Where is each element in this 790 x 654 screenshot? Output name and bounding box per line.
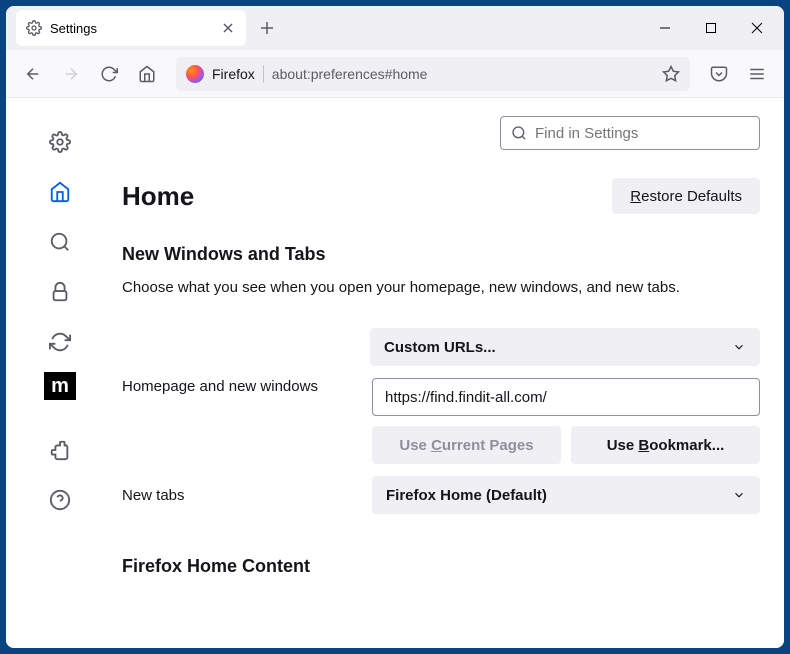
sidebar-extensions-icon[interactable]: [40, 430, 80, 470]
tab-label: Settings: [50, 21, 212, 36]
homepage-mode-select[interactable]: Custom URLs...: [370, 328, 760, 366]
window-controls: [642, 6, 780, 50]
close-tab-icon[interactable]: [220, 20, 236, 36]
back-button[interactable]: [16, 57, 50, 91]
new-tab-button[interactable]: [252, 13, 282, 43]
search-icon: [511, 125, 527, 141]
forward-button: [54, 57, 88, 91]
use-bookmark-button[interactable]: Use Bookmark...: [571, 426, 760, 464]
main-panel: Home Restore Defaults New Windows and Ta…: [114, 98, 784, 648]
sidebar-privacy-icon[interactable]: [40, 272, 80, 312]
browser-window: Settings: [6, 6, 784, 648]
gear-icon: [26, 20, 42, 36]
section-new-windows-title: New Windows and Tabs: [114, 244, 760, 265]
chevron-down-icon: [732, 340, 746, 354]
sidebar-help-icon[interactable]: [40, 480, 80, 520]
sidebar-sync-icon[interactable]: [40, 322, 80, 362]
home-button[interactable]: [130, 57, 164, 91]
sidebar-general-icon[interactable]: [40, 122, 80, 162]
sidebar-search-icon[interactable]: [40, 222, 80, 262]
settings-sidebar: m: [6, 98, 114, 648]
reload-button[interactable]: [92, 57, 126, 91]
content-area: m Home Restore Defaults New Windows and …: [6, 98, 784, 648]
newtabs-value: Firefox Home (Default): [386, 487, 547, 504]
use-current-pages-button: Use Current Pages: [372, 426, 561, 464]
newtabs-label: New tabs: [122, 487, 362, 504]
newtabs-select[interactable]: Firefox Home (Default): [372, 476, 760, 514]
homepage-mode-value: Custom URLs...: [384, 339, 496, 356]
bookmark-star-icon[interactable]: [662, 65, 680, 83]
url-text: about:preferences#home: [272, 66, 654, 82]
navbar: Firefox about:preferences#home: [6, 50, 784, 98]
maximize-button[interactable]: [688, 6, 734, 50]
chevron-down-icon: [732, 488, 746, 502]
url-bar[interactable]: Firefox about:preferences#home: [176, 57, 690, 91]
restore-defaults-button[interactable]: Restore Defaults: [612, 178, 760, 214]
sidebar-home-icon[interactable]: [40, 172, 80, 212]
firefox-logo-icon: [186, 65, 204, 83]
page-title: Home: [122, 181, 194, 212]
sidebar-more-mozilla-icon[interactable]: m: [44, 372, 76, 400]
minimize-button[interactable]: [642, 6, 688, 50]
find-settings-field[interactable]: [535, 125, 749, 142]
close-window-button[interactable]: [734, 6, 780, 50]
browser-tab[interactable]: Settings: [16, 10, 246, 46]
menu-button[interactable]: [740, 57, 774, 91]
titlebar: Settings: [6, 6, 784, 50]
find-settings-input[interactable]: [500, 116, 760, 150]
identity-label: Firefox: [212, 66, 255, 82]
homepage-label: Homepage and new windows: [122, 378, 362, 395]
pocket-icon[interactable]: [702, 57, 736, 91]
homepage-url-input[interactable]: [372, 378, 760, 416]
section-home-content-title: Firefox Home Content: [114, 556, 760, 577]
section-new-windows-sub: Choose what you see when you open your h…: [114, 277, 760, 298]
